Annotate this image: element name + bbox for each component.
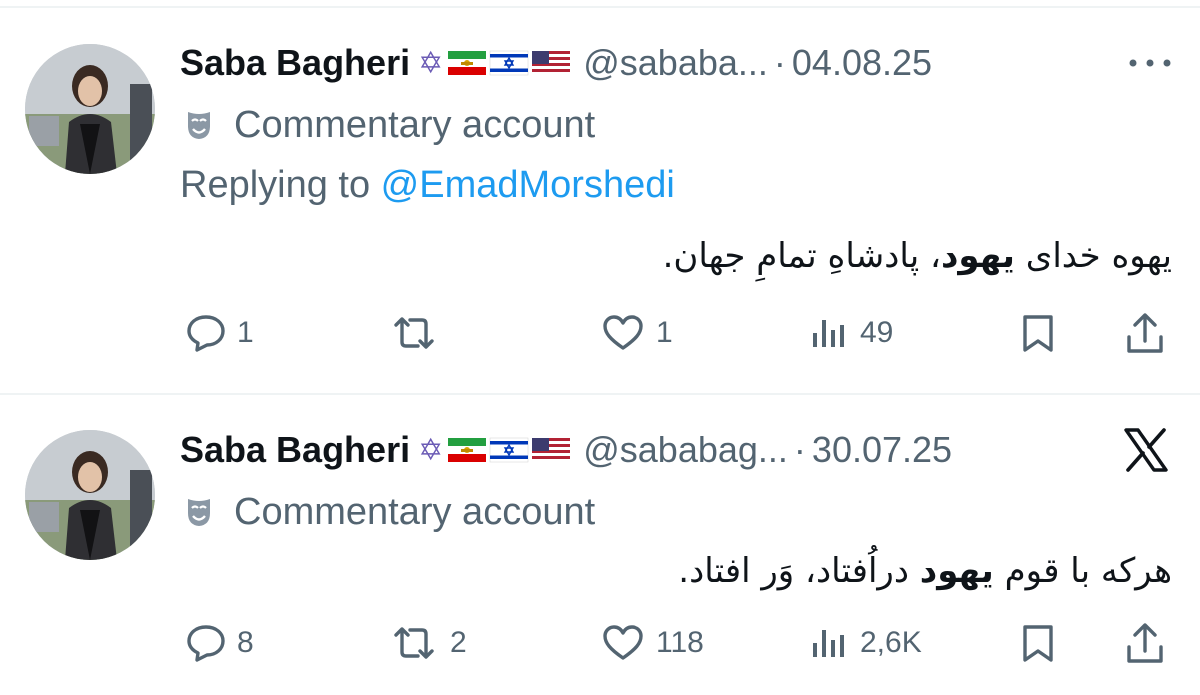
heart-icon xyxy=(603,625,643,660)
separator: · xyxy=(773,42,786,83)
account-label-text: Commentary account xyxy=(234,103,596,146)
views-count: 2,6K xyxy=(860,626,922,659)
bookmark-icon xyxy=(1023,315,1053,352)
action-bar: 1 1 49 xyxy=(0,308,1200,358)
repost-count: 2 xyxy=(450,626,467,659)
avatar[interactable] xyxy=(25,430,155,560)
replying-to: Replying to @EmadMorshedi xyxy=(180,164,675,207)
like-count: 118 xyxy=(656,626,704,659)
lion-and-sun-flag-icon xyxy=(448,438,487,462)
views-icon xyxy=(813,630,844,657)
handle[interactable]: @sababa... xyxy=(583,42,768,84)
repost-icon xyxy=(394,317,434,349)
account-label: Commentary account xyxy=(182,487,595,537)
views-icon xyxy=(813,320,844,347)
views-button[interactable]: 49 xyxy=(810,308,893,358)
tweet-header: Saba Bagheri ✡ @sababag... · 30.07.25 xyxy=(180,425,952,475)
share-icon xyxy=(1127,623,1163,663)
like-button[interactable]: 1 xyxy=(600,308,673,358)
repost-button[interactable] xyxy=(388,308,450,358)
display-name[interactable]: Saba Bagheri xyxy=(180,429,410,471)
avatar[interactable] xyxy=(25,44,155,174)
bookmark-icon xyxy=(1023,625,1053,662)
timestamp[interactable]: 30.07.25 xyxy=(812,429,952,471)
star-of-david-icon: ✡ xyxy=(418,432,444,468)
israel-flag-icon xyxy=(489,50,529,76)
repost-icon xyxy=(394,627,434,659)
name-emojis: ✡ xyxy=(418,46,571,81)
tweet-header: Saba Bagheri ✡ @sababa... · 04.08.25 xyxy=(180,38,932,88)
lion-and-sun-flag-icon xyxy=(448,51,487,75)
action-bar: 8 2 118 2,6K xyxy=(0,618,1200,668)
theater-mask-icon xyxy=(188,112,210,139)
repost-button[interactable]: 2 xyxy=(388,618,467,668)
heart-icon xyxy=(603,315,643,350)
tweet-text-part: دراُفتاد، وَر افتاد. xyxy=(678,551,920,591)
name-emojis: ✡ xyxy=(418,433,571,468)
mention-link[interactable]: @EmadMorshedi xyxy=(381,164,675,206)
theater-mask-icon xyxy=(188,499,210,526)
tweet-text-bold: یهود xyxy=(919,551,994,591)
star-of-david-icon: ✡ xyxy=(418,45,444,81)
views-count: 49 xyxy=(860,316,894,349)
us-flag-icon xyxy=(532,51,571,75)
tweet-1[interactable]: Saba Bagheri ✡ @sababa... · 04.08.25 Com… xyxy=(0,0,1200,392)
share-icon xyxy=(1127,313,1163,353)
reply-count: 1 xyxy=(237,316,254,349)
tweet-text-part: ، پادشاهِ تمامِ جهان. xyxy=(662,236,941,276)
us-flag-icon xyxy=(532,438,571,462)
bookmark-button[interactable] xyxy=(1018,308,1058,358)
account-label: Commentary account xyxy=(182,100,595,150)
tweet-text: یهوه خدای یهود، پادشاهِ تمامِ جهان. xyxy=(663,236,1172,276)
replying-to-prefix: Replying to xyxy=(180,164,381,206)
x-logo-icon[interactable] xyxy=(1122,427,1170,478)
tweet-text-bold: یهود xyxy=(940,236,1015,276)
more-icon[interactable] xyxy=(1128,38,1172,88)
handle[interactable]: @sababag... xyxy=(583,429,788,471)
tweet-text-part: یهوه خدای xyxy=(1014,236,1172,276)
tweet-text-part: هرکه با قوم xyxy=(993,551,1172,591)
like-count: 1 xyxy=(656,316,673,349)
reply-button[interactable]: 8 xyxy=(185,618,254,668)
timestamp[interactable]: 04.08.25 xyxy=(792,42,932,84)
tweet-text: هرکه با قوم یهود دراُفتاد، وَر افتاد. xyxy=(678,551,1172,591)
bookmark-button[interactable] xyxy=(1018,618,1058,668)
israel-flag-icon xyxy=(489,437,529,463)
separator: · xyxy=(793,429,806,470)
share-button[interactable] xyxy=(1124,308,1166,358)
like-button[interactable]: 118 xyxy=(600,618,704,668)
tweet-2[interactable]: Saba Bagheri ✡ @sababag... · 30.07.25 Co… xyxy=(0,395,1200,695)
reply-icon xyxy=(187,315,225,352)
reply-icon xyxy=(187,625,225,662)
display-name[interactable]: Saba Bagheri xyxy=(180,42,410,84)
reply-button[interactable]: 1 xyxy=(185,308,254,358)
reply-count: 8 xyxy=(237,626,254,659)
views-button[interactable]: 2,6K xyxy=(810,618,922,668)
share-button[interactable] xyxy=(1124,618,1166,668)
account-label-text: Commentary account xyxy=(234,490,596,533)
